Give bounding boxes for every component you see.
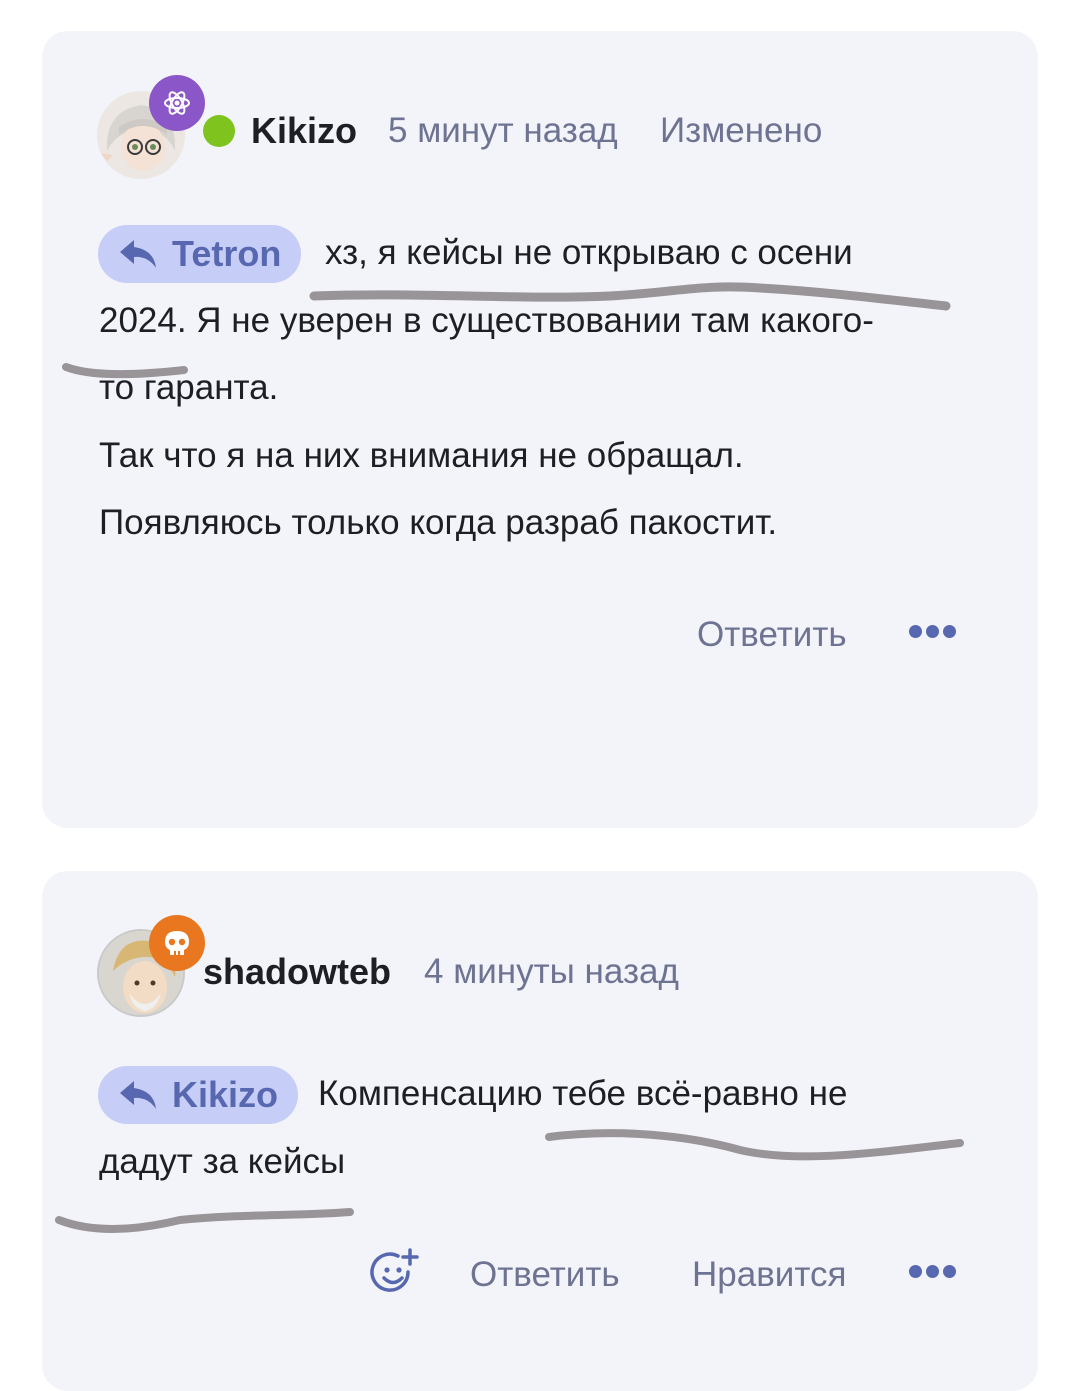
reply-to-chip[interactable]: Tetron [98, 225, 302, 283]
more-options-button[interactable] [909, 625, 956, 638]
reply-to-name: Tetron [172, 233, 282, 274]
reply-to-name: Kikizo [172, 1074, 279, 1115]
reply-button[interactable]: Ответить [470, 1255, 620, 1295]
comment-text-line: дадут за кейсы [99, 1142, 346, 1181]
dot-icon [943, 625, 956, 638]
comment-text-line: хз, я кейсы не открываю с осени [325, 233, 853, 272]
reply-button[interactable]: Ответить [697, 615, 847, 655]
comment-text-line: Появляюсь только когда разраб пакостит. [99, 503, 778, 542]
reply-arrow-icon [120, 1081, 156, 1109]
author-name[interactable]: Kikizo [251, 110, 357, 152]
comment-text-line: 2024. Я не уверен в существовании там ка… [99, 301, 874, 340]
comment-text-line: то гаранта. [99, 368, 279, 407]
dot-icon [926, 1265, 939, 1278]
timestamp[interactable]: 5 минут назад [388, 111, 618, 151]
reply-arrow-icon [120, 240, 156, 268]
dot-icon [943, 1265, 956, 1278]
add-reaction-button[interactable] [370, 1248, 420, 1298]
role-badge [149, 915, 205, 971]
timestamp[interactable]: 4 минуты назад [424, 952, 679, 992]
more-options-button[interactable] [909, 1265, 956, 1278]
edited-label[interactable]: Изменено [660, 111, 822, 151]
atom-icon [164, 91, 190, 115]
skull-icon [165, 931, 189, 955]
online-indicator [203, 115, 235, 147]
add-emoji-icon [370, 1248, 419, 1292]
comment-text-line: Так что я на них внимания не обращал. [99, 436, 744, 475]
reply-to-chip[interactable]: Kikizo [98, 1066, 299, 1124]
dot-icon [909, 1265, 922, 1278]
dot-icon [909, 625, 922, 638]
like-button[interactable]: Нравится [692, 1255, 846, 1295]
role-badge [149, 75, 205, 131]
author-name[interactable]: shadowteb [203, 951, 391, 993]
comment-text-line: Компенсацию тебе всё-равно не [318, 1074, 848, 1113]
dot-icon [926, 625, 939, 638]
